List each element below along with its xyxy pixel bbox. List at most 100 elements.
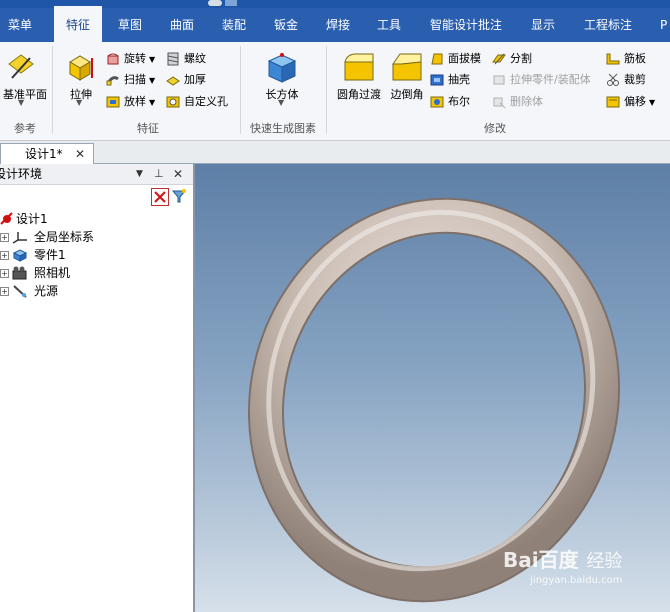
boolean-button[interactable]: 布尔 xyxy=(430,93,470,111)
offset-button[interactable]: 偏移 ▼ xyxy=(606,93,655,111)
filter-button[interactable] xyxy=(171,188,187,204)
menu-item-surface[interactable]: 曲面 xyxy=(170,8,194,42)
chamfer-icon xyxy=(392,53,422,81)
cuboid-button[interactable] xyxy=(266,52,298,84)
group-label-quick: 快速生成图素 xyxy=(250,122,316,135)
3d-viewport[interactable]: Bai百度 经验 jingyan.baidu.com xyxy=(195,164,670,612)
offset-icon xyxy=(606,96,620,108)
chevron-down-icon[interactable]: ▼ xyxy=(136,164,143,184)
quick-access-icon[interactable] xyxy=(225,0,237,6)
rotate-label: 旋转 xyxy=(124,52,146,65)
quick-access-icon[interactable] xyxy=(208,0,222,6)
document-tab-strip xyxy=(0,141,670,164)
custom-hole-icon xyxy=(166,96,180,108)
ribbon-divider xyxy=(326,46,327,134)
thread-button[interactable]: 螺纹 xyxy=(166,50,206,68)
tree-item-part[interactable]: + 零件1 xyxy=(0,246,66,264)
custom-hole-label: 自定义孔 xyxy=(184,95,228,108)
watermark: Bai百度 经验 jingyan.baidu.com xyxy=(503,544,622,586)
custom-hole-button[interactable]: 自定义孔 xyxy=(166,93,228,111)
tree-item-label: 光源 xyxy=(34,284,59,298)
rib-button[interactable]: 筋板 xyxy=(606,50,646,68)
expand-icon[interactable]: + xyxy=(0,251,9,260)
split-button[interactable]: 分割 xyxy=(492,50,532,68)
menu-item-welding[interactable]: 焊接 xyxy=(326,8,350,42)
chevron-down-icon[interactable]: ▼ xyxy=(149,76,155,85)
panel-header: 设计环境 ▼ ⊥ ✕ xyxy=(0,164,193,185)
document-tab-label: 设计1* xyxy=(25,147,63,161)
thicken-icon xyxy=(166,76,180,86)
tree-item-light[interactable]: + 光源 xyxy=(0,282,58,300)
shell-button[interactable]: 抽壳 xyxy=(430,71,470,89)
trim-button[interactable]: 裁剪 xyxy=(606,71,646,89)
menu-item-engineering-annotation[interactable]: 工程标注 xyxy=(584,8,632,42)
red-x-icon xyxy=(154,191,166,203)
menu-item-sketch[interactable]: 草图 xyxy=(118,8,142,42)
rotate-button[interactable]: 旋转 ▼ xyxy=(106,50,155,68)
face-draft-icon xyxy=(431,53,443,65)
extrude-icon xyxy=(69,55,93,81)
document-tab[interactable]: 设计1* ✕ xyxy=(0,143,94,164)
design-icon xyxy=(0,212,13,225)
close-icon[interactable]: ✕ xyxy=(75,145,85,163)
watermark-brand: Bai百度 xyxy=(503,548,579,572)
tree-item-label: 全局坐标系 xyxy=(34,230,95,244)
chevron-down-icon[interactable]: ▼ xyxy=(76,98,82,107)
face-draft-label: 面拔模 xyxy=(448,52,481,65)
chamfer-button[interactable] xyxy=(390,50,424,84)
loft-icon xyxy=(106,96,120,108)
trim-label: 裁剪 xyxy=(624,73,646,86)
tree-item-label: 照相机 xyxy=(34,266,71,280)
watermark-text: 经验 xyxy=(586,551,623,572)
menu-item-feature[interactable]: 特征 xyxy=(54,6,102,42)
close-icon[interactable]: ✕ xyxy=(173,164,183,184)
chevron-down-icon[interactable]: ▼ xyxy=(149,55,155,64)
menu-item-smart-annotation[interactable]: 智能设计批注 xyxy=(430,8,502,42)
part-icon xyxy=(12,249,28,262)
group-label-reference: 参考 xyxy=(14,122,36,135)
face-draft-button[interactable]: 面拔模 xyxy=(430,50,481,68)
delete-item-button[interactable] xyxy=(151,188,169,206)
trim-icon xyxy=(607,73,619,86)
menu-item-overflow[interactable]: P xyxy=(660,8,667,42)
loft-button[interactable]: 放样 ▼ xyxy=(106,93,155,111)
extrude-button[interactable] xyxy=(66,52,96,82)
chevron-down-icon[interactable]: ▼ xyxy=(649,98,655,107)
watermark-url: jingyan.baidu.com xyxy=(530,575,623,586)
tree-item-global-coordinates[interactable]: + 全局坐标系 xyxy=(0,228,94,246)
tree-item-design[interactable]: 设计1 xyxy=(0,210,48,228)
menu-item-sheet-metal[interactable]: 钣金 xyxy=(274,8,298,42)
expand-icon[interactable]: + xyxy=(0,233,9,242)
expand-icon[interactable]: + xyxy=(0,269,9,278)
fillet-label: 圆角过渡 xyxy=(337,88,381,101)
sweep-button[interactable]: 扫描 ▼ xyxy=(106,71,155,89)
tree-item-camera[interactable]: + 照相机 xyxy=(0,264,70,282)
menu-item-menu[interactable]: 菜单 xyxy=(8,8,32,42)
split-icon xyxy=(492,53,506,65)
menu-item-assembly[interactable]: 装配 xyxy=(222,8,246,42)
thicken-button[interactable]: 加厚 xyxy=(166,71,206,89)
datum-plane-icon xyxy=(8,54,34,79)
rib-icon xyxy=(606,53,620,65)
chevron-down-icon[interactable]: ▼ xyxy=(149,98,155,107)
menu-item-tools[interactable]: 工具 xyxy=(377,8,401,42)
tree-item-label: 零件1 xyxy=(34,248,66,262)
offset-label: 偏移 xyxy=(624,95,646,108)
datum-plane-button[interactable] xyxy=(6,52,36,82)
coordinate-axes-icon xyxy=(12,232,27,244)
filter-icon xyxy=(171,189,187,203)
boolean-icon xyxy=(430,96,444,108)
expand-icon[interactable]: + xyxy=(0,287,9,296)
menu-item-display[interactable]: 显示 xyxy=(531,8,555,42)
split-label: 分割 xyxy=(510,52,532,65)
delete-body-button[interactable]: 删除体 xyxy=(492,93,543,111)
sweep-icon xyxy=(106,76,119,86)
panel-title: 设计环境 xyxy=(0,167,43,181)
chevron-down-icon[interactable]: ▼ xyxy=(18,98,24,107)
pin-icon[interactable]: ⊥ xyxy=(154,164,164,184)
light-icon xyxy=(13,285,27,298)
chevron-down-icon[interactable]: ▼ xyxy=(278,98,284,107)
rib-label: 筋板 xyxy=(624,52,646,65)
stretch-part-button[interactable]: 拉伸零件/装配体 xyxy=(492,71,591,89)
fillet-button[interactable] xyxy=(342,50,376,84)
